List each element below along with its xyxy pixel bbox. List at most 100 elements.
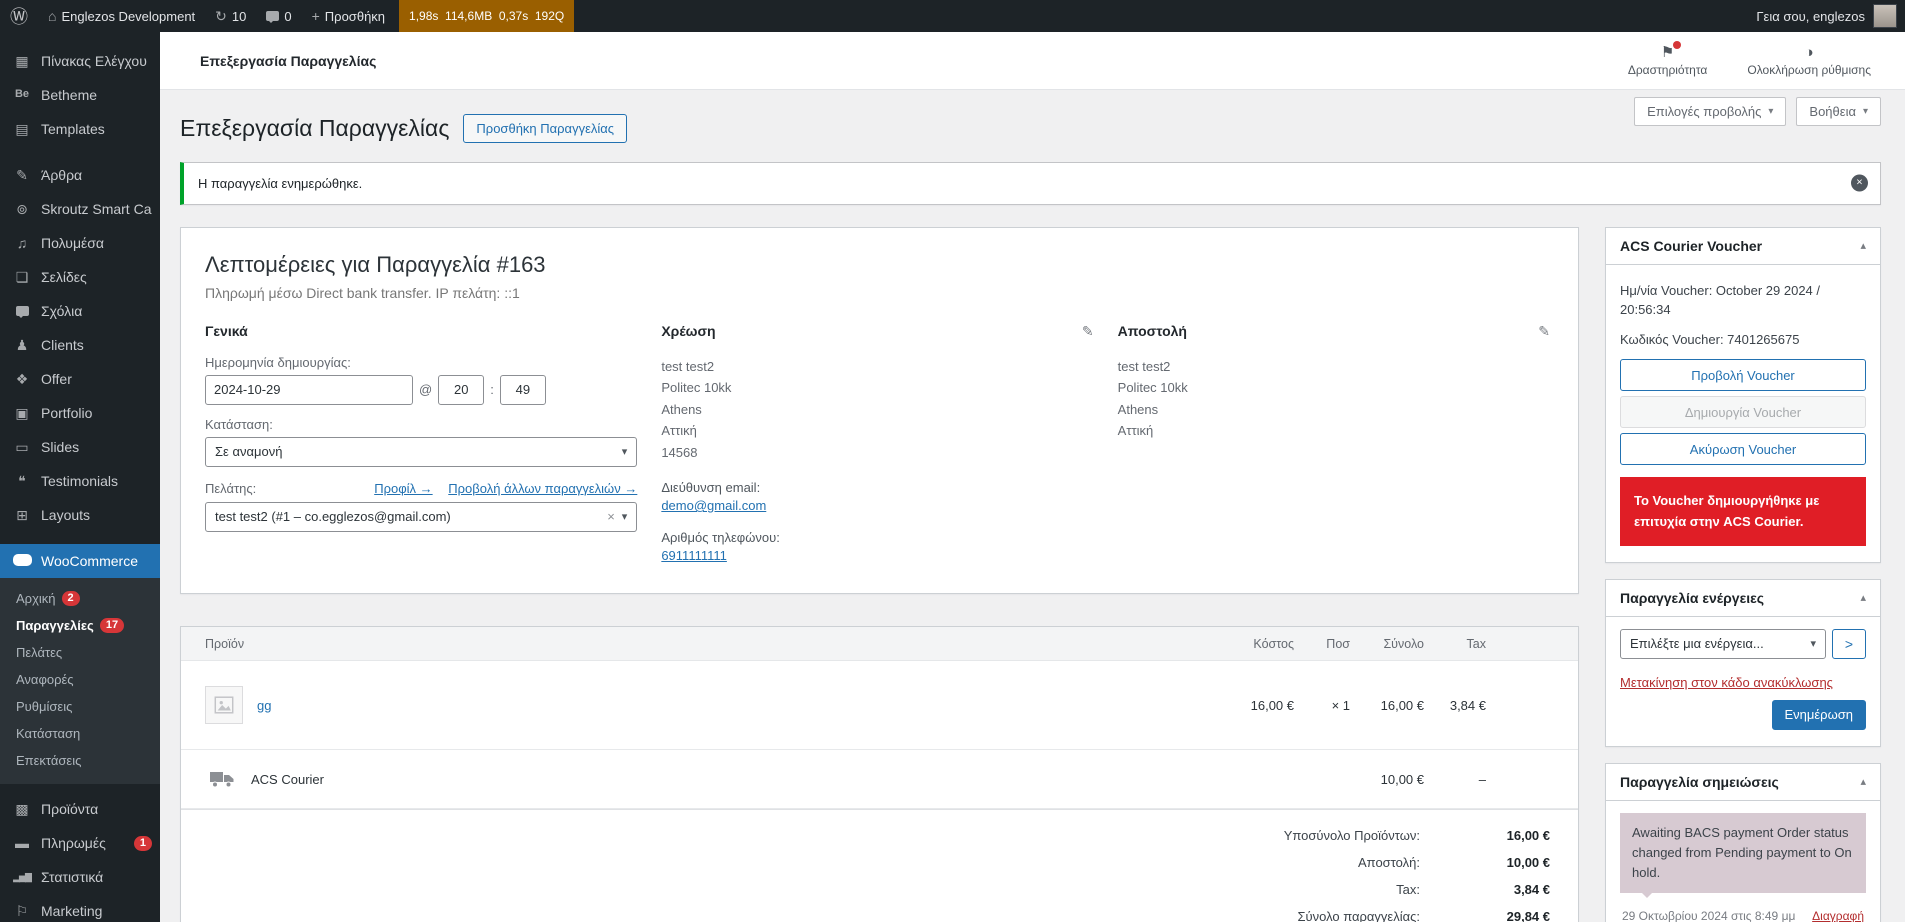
sidebar-item-layouts[interactable]: ⊞ Layouts — [0, 498, 160, 532]
product-link[interactable]: gg — [257, 698, 271, 713]
chevron-down-icon: ▾ — [621, 446, 628, 459]
billing-email-link[interactable]: demo@gmail.com — [661, 498, 766, 513]
voucher-code: Κωδικός Voucher: 7401265675 — [1620, 331, 1800, 347]
sidebar-item-comments[interactable]: Σχόλια — [0, 294, 160, 328]
comments-icon — [266, 11, 280, 23]
view-voucher-button[interactable]: Προβολή Voucher — [1620, 359, 1866, 392]
sidebar-item-label: Σελίδες — [41, 268, 87, 285]
site-name-menu[interactable]: ⌂ Englezos Development — [38, 0, 205, 32]
order-hour-input[interactable] — [438, 374, 485, 405]
sidebar-item-marketing[interactable]: ⚐ Marketing — [0, 894, 160, 922]
clear-selection-icon[interactable]: × — [607, 509, 615, 524]
submenu-item-status[interactable]: Κατάσταση — [0, 720, 160, 747]
order-notes-panel: Παραγγελία σημειώσεις ▴ Awaiting BACS pa… — [1605, 762, 1881, 922]
add-order-button[interactable]: Προσθήκη Παραγγελίας — [463, 114, 628, 144]
sidebar-item-portfolio[interactable]: ▣ Portfolio — [0, 396, 160, 430]
panel-title: Παραγγελία ενέργειες — [1620, 589, 1765, 606]
at-symbol: @ — [419, 382, 433, 398]
sidebar-item-label: Templates — [41, 120, 105, 137]
shipping-address-line: Αττική — [1117, 423, 1154, 439]
query-monitor-badge[interactable]: 1,98s 114,6MB 0,37s 192Q — [399, 0, 575, 32]
updates-menu[interactable]: ↻ 10 — [205, 0, 256, 32]
totals-row: Tax: 3,84 € — [1396, 882, 1550, 898]
sidebar-item-woocommerce[interactable]: WooCommerce — [0, 544, 160, 578]
sidebar-item-label: Clients — [41, 336, 84, 353]
collapse-toggle-icon[interactable]: ▴ — [1860, 239, 1866, 252]
site-name: Englezos Development — [61, 8, 196, 24]
billing-phone-link[interactable]: 6911111111 — [661, 548, 727, 563]
totals-row: Σύνολο παραγγελίας: 29,84 € — [1297, 909, 1550, 922]
slides-icon: ▭ — [15, 438, 29, 455]
avatar[interactable] — [1873, 4, 1897, 28]
sidebar-item-betheme[interactable]: Be Betheme — [0, 78, 160, 112]
other-orders-link[interactable]: Προβολή άλλων παραγγελιών → — [448, 481, 637, 496]
create-voucher-button[interactable]: Δημιουργία Voucher — [1620, 396, 1866, 429]
payments-icon: ▬ — [15, 834, 29, 851]
collapse-toggle-icon[interactable]: ▴ — [1860, 591, 1866, 604]
edit-billing-icon[interactable]: ✎ — [1082, 323, 1094, 340]
portfolio-icon: ▣ — [15, 404, 29, 421]
order-subtitle: Πληρωμή μέσω Direct bank transfer. IP πε… — [205, 284, 520, 301]
billing-address-line: Athens — [661, 401, 702, 417]
sidebar-item-label: Στατιστικά — [41, 868, 104, 885]
dismiss-notice-button[interactable]: × — [1851, 174, 1868, 192]
dashboard-icon: ▦ — [15, 52, 29, 69]
order-title: Λεπτομέρειες για Παραγγελία #163 — [205, 251, 546, 277]
admin-content: Επεξεργασία Παραγγελίας ⚑ Δραστηριότητα … — [160, 32, 1905, 922]
wordpress-menu[interactable]: Ⓦ — [0, 0, 38, 32]
comments-count: 0 — [284, 8, 292, 24]
submenu-item-reports[interactable]: Αναφορές — [0, 666, 160, 693]
sidebar-item-products[interactable]: ▩ Προϊόντα — [0, 792, 160, 826]
apply-action-button[interactable]: > — [1832, 628, 1866, 659]
sidebar-item-clients[interactable]: ♟ Clients — [0, 328, 160, 362]
order-date-input[interactable] — [205, 374, 413, 405]
item-tax: 3,84 € — [1449, 697, 1486, 713]
sidebar-item-slides[interactable]: ▭ Slides — [0, 430, 160, 464]
submenu-item-customers[interactable]: Πελάτες — [0, 639, 160, 666]
sidebar-item-stats[interactable]: ▂▅▇ Στατιστικά — [0, 860, 160, 894]
sidebar-item-label: Layouts — [41, 506, 91, 523]
sidebar-item-templates[interactable]: ▤ Templates — [0, 112, 160, 146]
sidebar-item-posts[interactable]: ✎ Άρθρα — [0, 158, 160, 192]
sidebar-item-payments[interactable]: ▬ Πληρωμές 1 — [0, 826, 160, 860]
order-minute-input[interactable] — [499, 374, 546, 405]
delete-note-link[interactable]: Διαγραφή — [1812, 909, 1864, 922]
product-thumbnail — [205, 686, 243, 725]
customer-select[interactable]: test test2 (#1 – co.egglezos@gmail.com) … — [205, 501, 638, 532]
order-details-panel: Λεπτομέρειες για Παραγγελία #163 Πληρωμή… — [180, 226, 1579, 595]
sidebar-item-offer[interactable]: ❖ Offer — [0, 362, 160, 396]
move-to-trash-link[interactable]: Μετακίνηση στον κάδο ανακύκλωσης — [1620, 675, 1833, 690]
order-status-select[interactable]: Σε αναμονή ▾ — [205, 436, 638, 467]
shipping-total: 10,00 € — [1380, 771, 1424, 787]
submenu-item-extensions[interactable]: Επεκτάσεις — [0, 747, 160, 774]
submenu-item-orders[interactable]: Παραγγελίες 17 — [0, 612, 160, 639]
comments-menu[interactable]: 0 — [256, 0, 301, 32]
sidebar-item-pages[interactable]: ❏ Σελίδες — [0, 260, 160, 294]
setup-tab[interactable]: ◑ Ολοκλήρωση ρύθμισης — [1727, 32, 1891, 89]
sidebar-item-skroutz-smart-cart[interactable]: ⊚ Skroutz Smart Cart — [0, 192, 160, 226]
billing-address-line: Αττική — [661, 423, 697, 439]
submenu-item-settings[interactable]: Ρυθμίσεις — [0, 693, 160, 720]
voucher-success-alert: Το Voucher δημιουργήθηκε με επιτυχία στη… — [1620, 477, 1866, 546]
help-button[interactable]: Βοήθεια ▾ — [1796, 97, 1881, 126]
page-title: Επεξεργασία Παραγγελίας — [180, 115, 450, 141]
update-order-button[interactable]: Ενημέρωση — [1771, 699, 1866, 730]
edit-shipping-icon[interactable]: ✎ — [1538, 323, 1550, 340]
activity-tab[interactable]: ⚑ Δραστηριότητα — [1608, 32, 1728, 89]
general-column: Γενικά Ημερομηνία δημιουργίας: @ : — [205, 323, 661, 563]
cancel-voucher-button[interactable]: Ακύρωση Voucher — [1620, 433, 1866, 466]
order-item-row: gg 16,00 € × 1 16,00 € 3,84 € — [181, 661, 1578, 751]
note-date: 29 Οκτωβρίου 2024 στις 8:49 μμ — [1622, 909, 1796, 922]
profile-link[interactable]: Προφίλ → — [374, 481, 432, 496]
collapse-toggle-icon[interactable]: ▴ — [1860, 775, 1866, 788]
item-cost: 16,00 € — [1250, 697, 1294, 713]
submenu-item-home[interactable]: Αρχική 2 — [0, 585, 160, 612]
order-action-select[interactable]: Επιλέξτε μια ενέργεια... ▾ — [1620, 628, 1826, 659]
screen-options-button[interactable]: Επιλογές προβολής ▾ — [1634, 97, 1787, 126]
order-totals: Υποσύνολο Προϊόντων: 16,00 € Αποστολή: 1… — [181, 809, 1578, 922]
sidebar-item-testimonials[interactable]: ❝ Testimonials — [0, 464, 160, 498]
sidebar-item-dashboard[interactable]: ▦ Πίνακας Ελέγχου — [0, 44, 160, 78]
new-content-menu[interactable]: + Προσθήκη — [302, 0, 395, 32]
sidebar-item-media[interactable]: ♫ Πολυμέσα — [0, 226, 160, 260]
account-greeting[interactable]: Γεια σου, englezos — [1756, 9, 1865, 24]
